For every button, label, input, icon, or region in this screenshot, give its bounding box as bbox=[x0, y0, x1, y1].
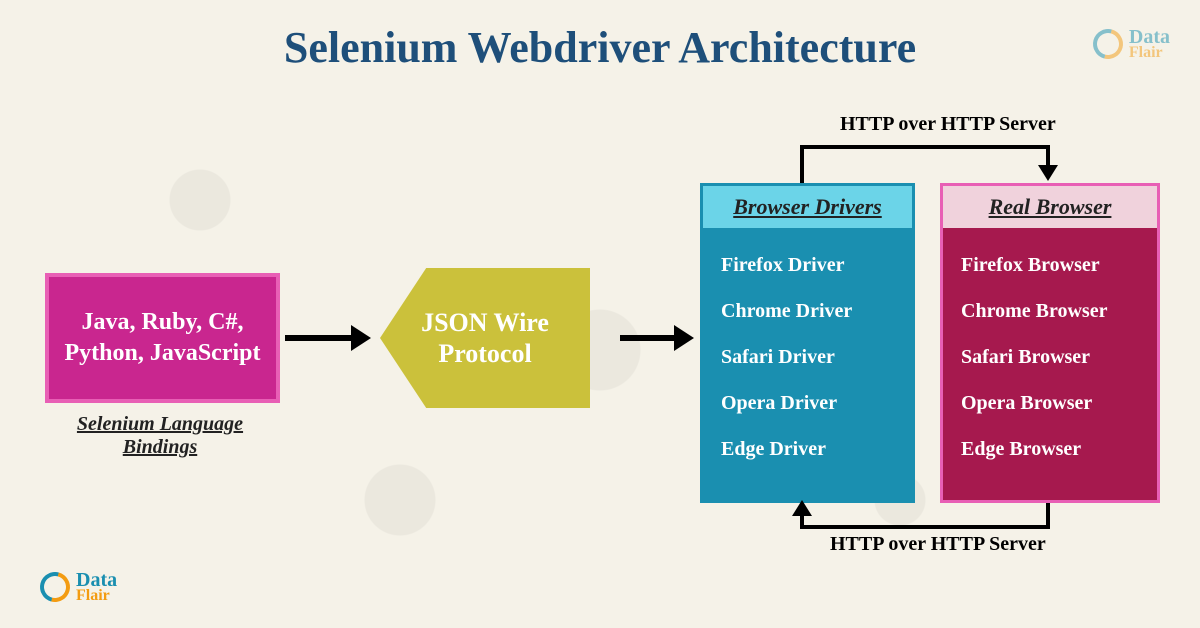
browsers-list: Firefox Browser Chrome Browser Safari Br… bbox=[943, 228, 1157, 486]
arrow-down-icon bbox=[1038, 165, 1058, 181]
brand-logo-icon bbox=[35, 566, 76, 607]
brand-logo-icon bbox=[1087, 24, 1128, 65]
brand-logo-text: Data Flair bbox=[76, 571, 117, 603]
driver-item: Edge Driver bbox=[721, 426, 894, 472]
drivers-list: Firefox Driver Chrome Driver Safari Driv… bbox=[703, 228, 912, 486]
browser-item: Opera Browser bbox=[961, 380, 1139, 426]
browsers-box: Real Browser Firefox Browser Chrome Brow… bbox=[940, 183, 1160, 503]
browser-item: Chrome Browser bbox=[961, 288, 1139, 334]
brand-line1: Data bbox=[76, 571, 117, 589]
languages-caption: Selenium Language Bindings bbox=[60, 413, 260, 459]
connector-top bbox=[800, 148, 804, 183]
browser-item: Safari Browser bbox=[961, 334, 1139, 380]
protocol-text: JSON Wire Protocol bbox=[380, 307, 590, 369]
brand-logo-top: Data Flair bbox=[1093, 28, 1170, 60]
browsers-header: Real Browser bbox=[943, 186, 1157, 228]
http-label-bottom: HTTP over HTTP Server bbox=[830, 533, 1046, 556]
drivers-header: Browser Drivers bbox=[703, 186, 912, 228]
driver-item: Chrome Driver bbox=[721, 288, 894, 334]
languages-box: Java, Ruby, C#, Python, JavaScript bbox=[45, 273, 280, 403]
browser-item: Edge Browser bbox=[961, 426, 1139, 472]
arrow-protocol-to-drivers bbox=[620, 335, 676, 341]
brand-line2: Flair bbox=[76, 589, 117, 603]
drivers-box: Browser Drivers Firefox Driver Chrome Dr… bbox=[700, 183, 915, 503]
languages-text: Java, Ruby, C#, Python, JavaScript bbox=[59, 307, 266, 369]
arrow-up-icon bbox=[792, 500, 812, 516]
brand-line2: Flair bbox=[1129, 46, 1170, 60]
diagram-canvas: Java, Ruby, C#, Python, JavaScript Selen… bbox=[0, 73, 1200, 613]
driver-item: Firefox Driver bbox=[721, 242, 894, 288]
brand-logo-bottom: Data Flair bbox=[40, 571, 117, 603]
http-label-top: HTTP over HTTP Server bbox=[840, 113, 1056, 136]
arrow-lang-to-protocol bbox=[285, 335, 353, 341]
browser-item: Firefox Browser bbox=[961, 242, 1139, 288]
driver-item: Safari Driver bbox=[721, 334, 894, 380]
brand-logo-text: Data Flair bbox=[1129, 28, 1170, 60]
connector-top bbox=[800, 145, 1050, 149]
driver-item: Opera Driver bbox=[721, 380, 894, 426]
protocol-box: JSON Wire Protocol bbox=[380, 268, 590, 408]
connector-bottom bbox=[800, 525, 1050, 529]
